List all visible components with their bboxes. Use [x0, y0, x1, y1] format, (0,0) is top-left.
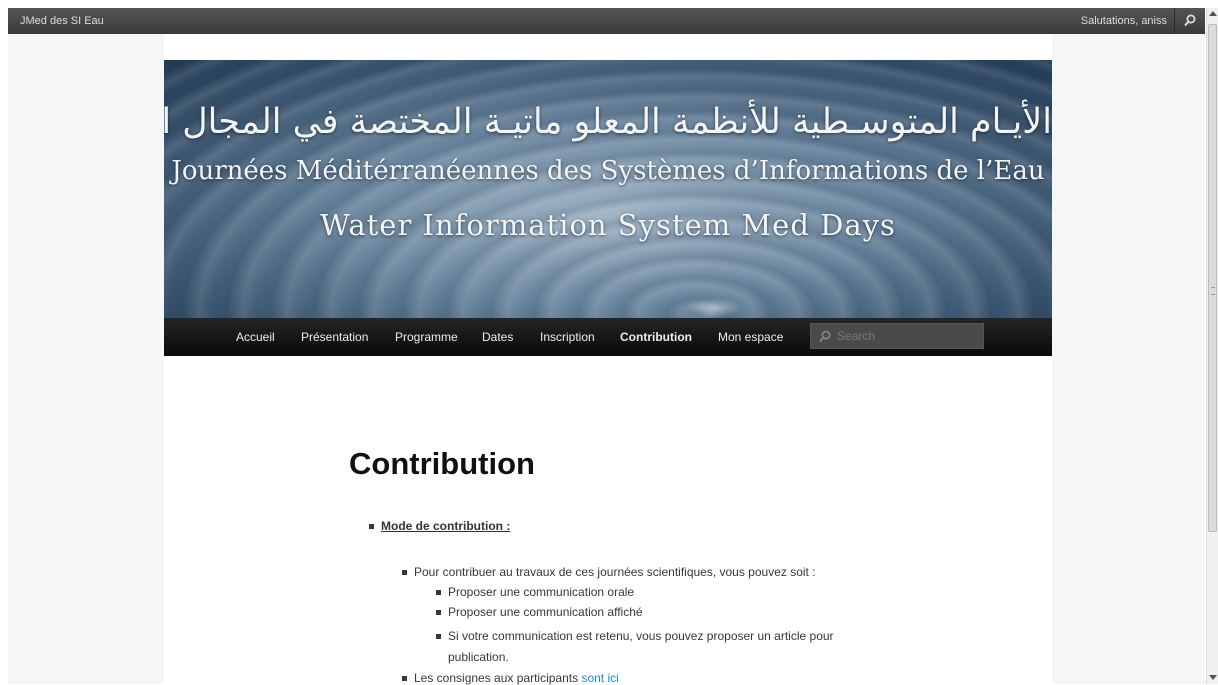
bullet-icon	[436, 590, 441, 595]
option-text: Proposer une communication orale	[448, 585, 635, 599]
search-icon[interactable]	[1174, 8, 1205, 34]
option-text: Proposer une communication affiché	[448, 605, 643, 619]
option-text-continuation: publication.	[448, 650, 509, 664]
intro-text: Pour contribuer au travaux de ces journé…	[414, 565, 816, 579]
header-banner[interactable]: الأيـام المتوسـطية للأنظمة المعلو ماتيـة…	[164, 60, 1052, 318]
user-greeting[interactable]: Salutations, aniss	[1081, 15, 1167, 27]
nav-search-box[interactable]	[810, 323, 984, 349]
option-text: Si votre communication est retenu, vous …	[448, 629, 834, 643]
nav-item-dates[interactable]: Dates	[482, 330, 513, 344]
list-item-mode: Mode de contribution :	[369, 519, 510, 533]
scrollbar-thumb[interactable]	[1208, 24, 1217, 532]
nav-item-inscription[interactable]: Inscription	[540, 330, 595, 344]
main-navigation: Accueil Présentation Programme Dates Ins…	[164, 318, 1052, 356]
banner-title-english: Water Information System Med Days	[320, 208, 896, 242]
banner-title-french: Journées Méditérranéennes des Systèmes d…	[171, 156, 1045, 186]
scroll-down-icon[interactable]	[1209, 675, 1217, 680]
banner-title-arabic: الأيـام المتوسـطية للأنظمة المعلو ماتيـة…	[164, 102, 1052, 142]
bullet-icon	[436, 634, 441, 639]
nav-item-contribution[interactable]: Contribution	[620, 330, 692, 344]
list-item-intro: Pour contribuer au travaux de ces journé…	[402, 565, 816, 579]
nav-item-accueil[interactable]: Accueil	[236, 330, 275, 344]
list-item-option: Proposer une communication orale	[436, 585, 634, 599]
list-item-consignes: Les consignes aux participants sont ici	[402, 671, 619, 685]
mode-heading[interactable]: Mode de contribution :	[381, 519, 510, 533]
nav-item-presentation[interactable]: Présentation	[301, 330, 368, 344]
search-input[interactable]	[837, 328, 977, 344]
bullet-icon	[436, 610, 441, 615]
search-icon	[819, 330, 831, 343]
nav-item-mon-espace[interactable]: Mon espace	[718, 330, 783, 344]
scroll-up-icon[interactable]	[1209, 11, 1217, 16]
nav-item-programme[interactable]: Programme	[395, 330, 458, 344]
bullet-icon	[369, 524, 374, 529]
admin-top-bar: JMed des SI Eau Salutations, aniss	[8, 8, 1205, 34]
list-item-option: Proposer une communication affiché	[436, 605, 643, 619]
page-title: Contribution	[349, 446, 535, 481]
bullet-icon	[402, 570, 407, 575]
consignes-text: Les consignes aux participants	[414, 671, 579, 685]
bullet-icon	[402, 676, 407, 681]
list-item-option: Si votre communication est retenu, vous …	[436, 629, 834, 643]
grip-icon	[1211, 287, 1215, 295]
site-name-link[interactable]: JMed des SI Eau	[20, 15, 104, 27]
consignes-link[interactable]: sont ici	[581, 671, 618, 685]
vertical-scrollbar[interactable]	[1206, 8, 1218, 684]
